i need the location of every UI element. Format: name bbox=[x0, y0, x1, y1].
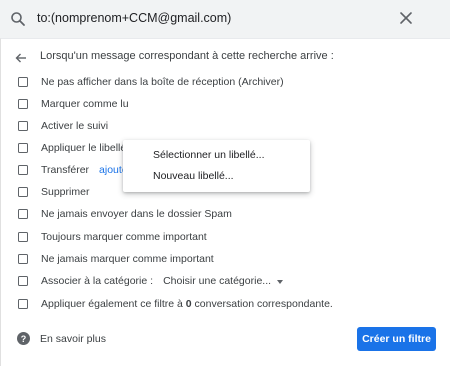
search-bar[interactable]: to:(nomprenom+CCM@gmail.com) bbox=[0, 0, 450, 38]
checkbox[interactable] bbox=[18, 143, 28, 153]
search-query[interactable]: to:(nomprenom+CCM@gmail.com) bbox=[37, 11, 231, 25]
menu-item-select-label[interactable]: Sélectionner un libellé... bbox=[153, 149, 265, 161]
checkbox[interactable] bbox=[18, 299, 28, 309]
option-label: Transférer bbox=[41, 164, 90, 176]
checkbox[interactable] bbox=[18, 254, 28, 264]
option-apply-existing[interactable]: Appliquer également ce filtre à 0 conver… bbox=[18, 296, 333, 312]
checkbox[interactable] bbox=[18, 187, 28, 197]
create-filter-button[interactable]: Créer un filtre bbox=[357, 327, 436, 351]
label-dropdown-menu: Sélectionner un libellé... Nouveau libel… bbox=[123, 140, 310, 192]
checkbox[interactable] bbox=[18, 77, 28, 87]
menu-item-new-label[interactable]: Nouveau libellé... bbox=[153, 170, 234, 182]
filter-header: Lorsqu'un message correspondant à cette … bbox=[40, 50, 334, 62]
option-label: Appliquer le libellé : bbox=[41, 142, 133, 154]
apply-suffix: conversation correspondante. bbox=[191, 298, 333, 310]
option-apply-label[interactable]: Appliquer le libellé : bbox=[18, 140, 132, 156]
option-label: Activer le suivi bbox=[41, 120, 109, 132]
option-label: Ne jamais marquer comme important bbox=[41, 253, 214, 265]
option-never-important[interactable]: Ne jamais marquer comme important bbox=[18, 251, 214, 267]
learn-more-link[interactable]: En savoir plus bbox=[40, 333, 106, 345]
back-arrow-icon[interactable] bbox=[15, 52, 27, 64]
checkbox[interactable] bbox=[18, 165, 28, 175]
option-label: Toujours marquer comme important bbox=[41, 231, 207, 243]
apply-prefix: Appliquer également ce filtre à bbox=[41, 298, 186, 310]
checkbox[interactable] bbox=[18, 121, 28, 131]
checkbox[interactable] bbox=[18, 209, 28, 219]
search-icon bbox=[11, 12, 25, 26]
checkbox[interactable] bbox=[18, 232, 28, 242]
option-archive[interactable]: Ne pas afficher dans la boîte de récepti… bbox=[18, 74, 284, 90]
checkbox[interactable] bbox=[18, 276, 28, 286]
category-select-value: Choisir une catégorie... bbox=[163, 275, 272, 287]
option-forward[interactable]: Transférer ajouter u bbox=[18, 162, 140, 178]
option-never-spam[interactable]: Ne jamais envoyer dans le dossier Spam bbox=[18, 206, 232, 222]
option-label: Marquer comme lu bbox=[41, 98, 129, 110]
svg-text:?: ? bbox=[21, 334, 27, 344]
option-category[interactable]: Associer à la catégorie : Choisir une ca… bbox=[18, 273, 284, 289]
option-label: Ne pas afficher dans la boîte de récepti… bbox=[41, 76, 284, 88]
help-icon: ? bbox=[17, 332, 30, 345]
checkbox[interactable] bbox=[18, 99, 28, 109]
option-label: Supprimer bbox=[41, 186, 90, 198]
option-label: Ne jamais envoyer dans le dossier Spam bbox=[41, 208, 232, 220]
chevron-down-icon bbox=[277, 280, 284, 284]
category-select[interactable]: Choisir une catégorie... bbox=[163, 275, 284, 287]
option-always-important[interactable]: Toujours marquer comme important bbox=[18, 229, 207, 245]
option-label: Associer à la catégorie : bbox=[41, 275, 154, 287]
option-label: Appliquer également ce filtre à 0 conver… bbox=[41, 298, 333, 310]
option-star[interactable]: Activer le suivi bbox=[18, 118, 108, 134]
option-delete[interactable]: Supprimer bbox=[18, 184, 89, 200]
option-mark-read[interactable]: Marquer comme lu bbox=[18, 96, 129, 112]
close-icon[interactable] bbox=[399, 11, 413, 25]
